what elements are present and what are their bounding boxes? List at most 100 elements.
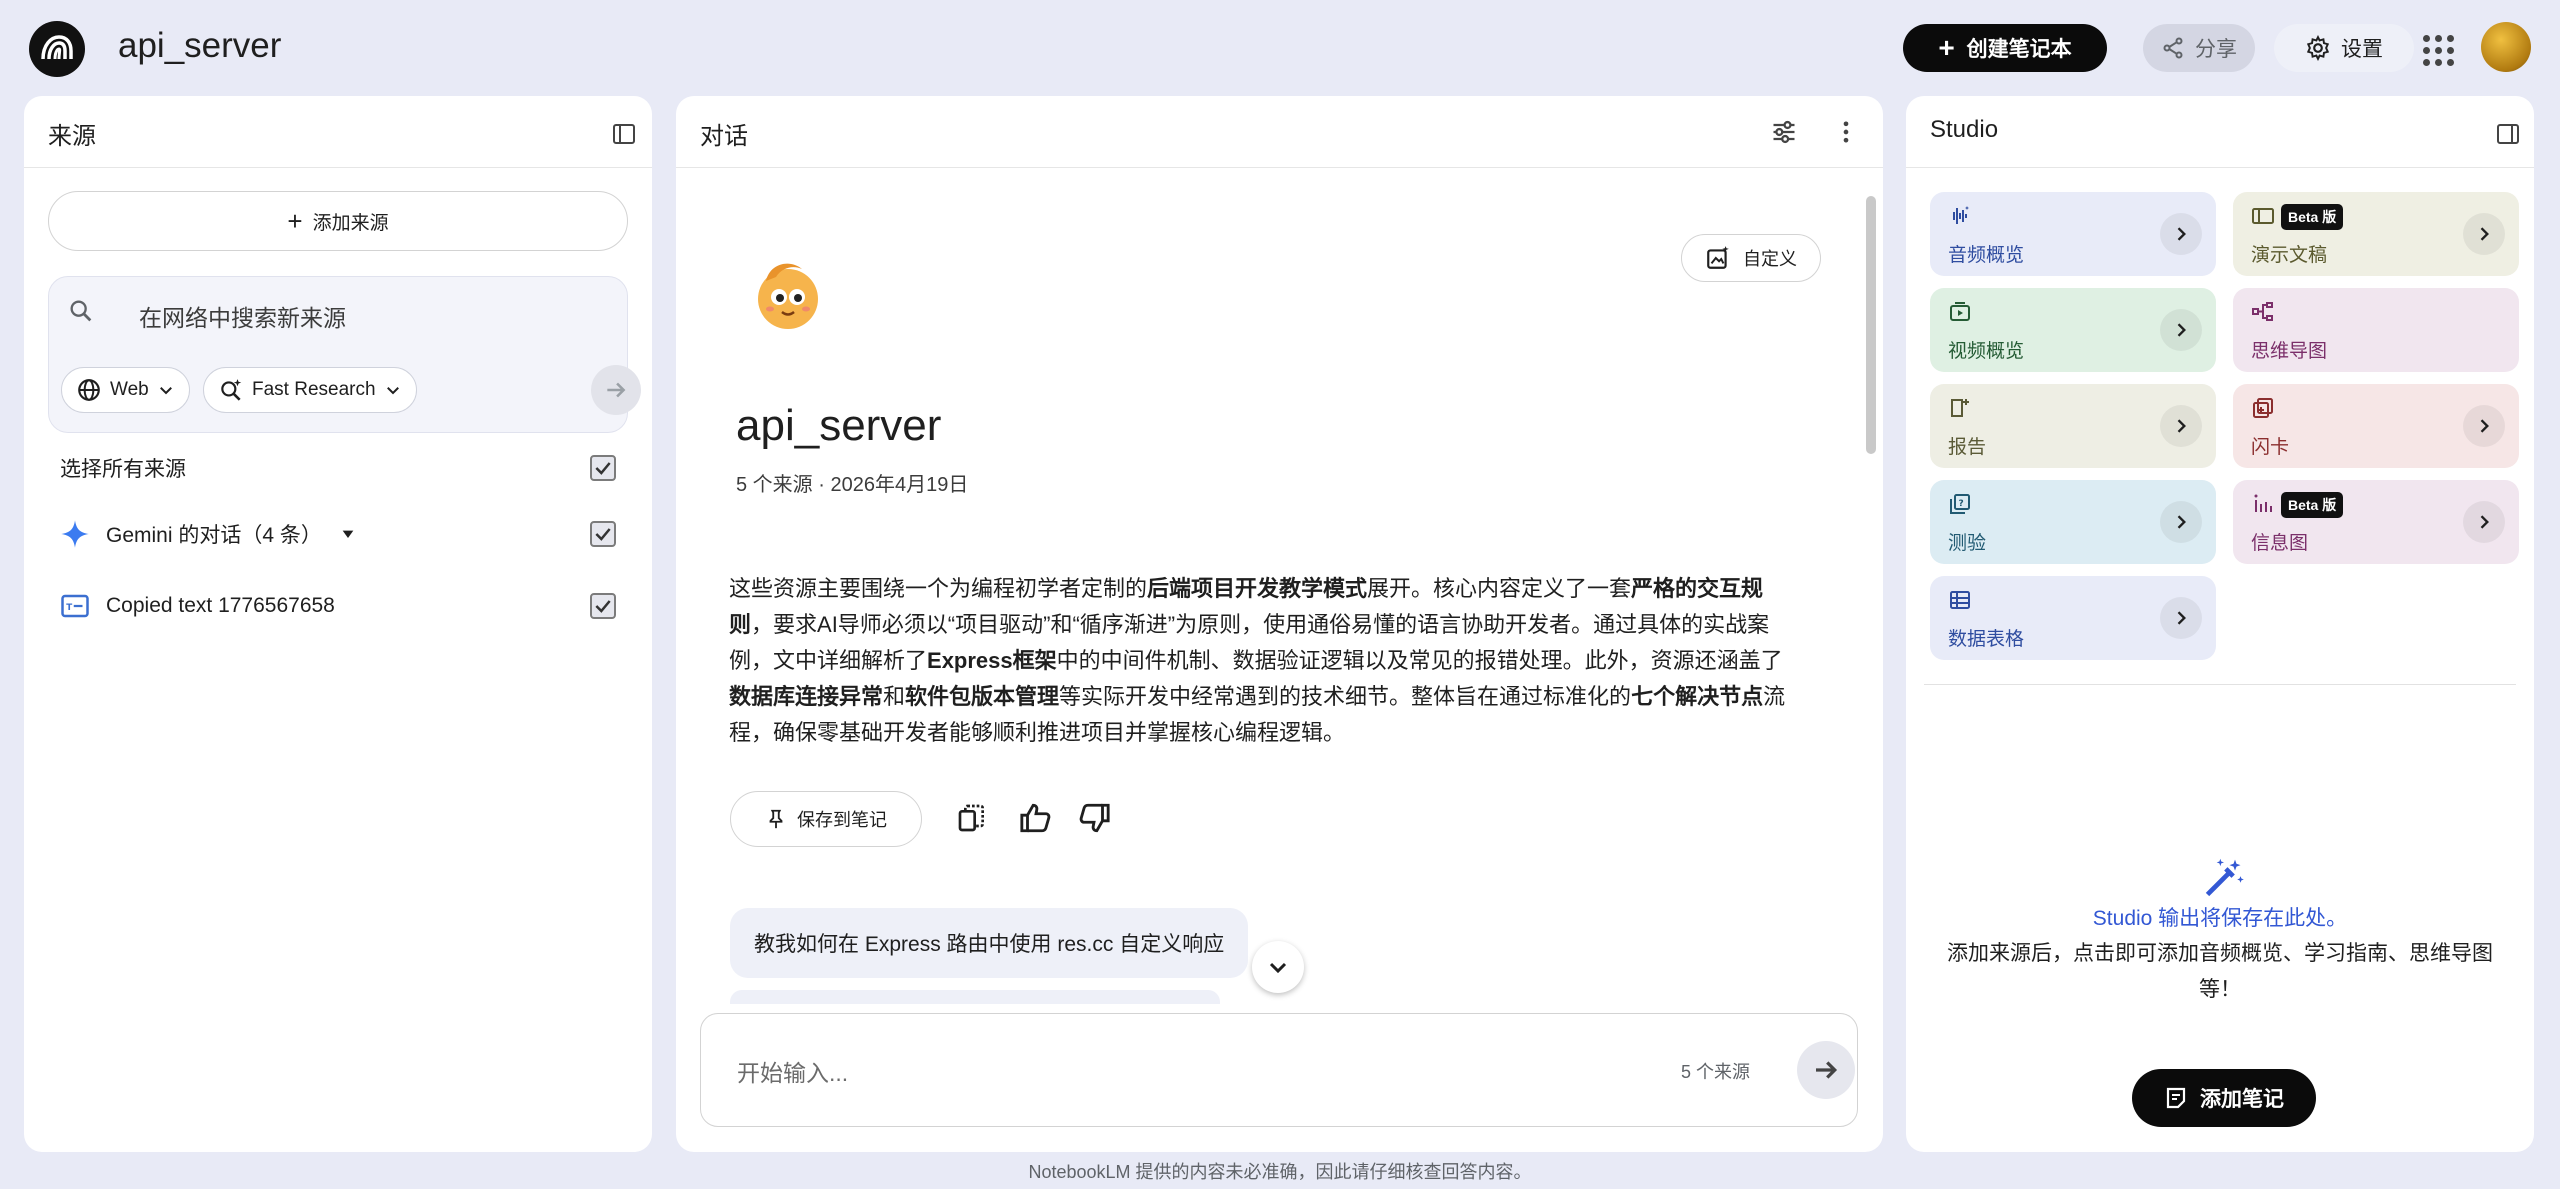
studio-tile-label: 测验 — [1948, 533, 1987, 554]
send-button[interactable] — [1797, 1041, 1855, 1099]
thumbs-up-button[interactable] — [1014, 796, 1058, 840]
notebook-meta: 5 个来源 · 2026年4月19日 — [736, 474, 969, 496]
tune-settings-icon[interactable] — [1770, 118, 1798, 146]
search-input[interactable]: 在网络中搜索新来源 — [139, 299, 346, 333]
select-all-checkbox[interactable] — [590, 455, 616, 481]
studio-tile[interactable]: 闪卡 — [2233, 384, 2519, 468]
source-count-label: 5 个来源 — [1681, 1062, 1751, 1082]
studio-tile[interactable]: Beta 版信息图 — [2233, 480, 2519, 564]
studio-tile-open-button[interactable] — [2463, 213, 2505, 255]
studio-tile[interactable]: 视频概览 — [1930, 288, 2216, 372]
copy-icon — [958, 804, 984, 832]
studio-tile-open-button[interactable] — [2160, 597, 2202, 639]
beta-badge: Beta 版 — [2281, 492, 2344, 518]
source-checkbox[interactable] — [590, 593, 616, 619]
studio-empty-description: 添加来源后，点击即可添加音频概览、学习指南、思维导图等！ — [1947, 942, 2493, 1001]
studio-tile[interactable]: ? 测验 — [1930, 480, 2216, 564]
studio-tile-open-button[interactable] — [2160, 405, 2202, 447]
chat-input-box[interactable]: 开始输入... 5 个来源 — [700, 1013, 1858, 1127]
summary-text: 等实际开发中经常遇到的技术细节。整体旨在通过标准化的 — [1059, 684, 1632, 709]
settings-button[interactable]: 设置 — [2274, 24, 2414, 72]
studio-tile[interactable]: Beta 版演示文稿 — [2233, 192, 2519, 276]
studio-tile-open-button[interactable] — [2463, 501, 2505, 543]
scroll-to-bottom-button[interactable] — [1252, 941, 1304, 993]
user-message-bubble: 教我如何在 Express 路由中使用 res.cc 自定义响应 — [730, 908, 1249, 978]
studio-tile-open-button[interactable] — [2160, 309, 2202, 351]
chevron-down-icon — [159, 387, 172, 395]
pin-icon — [769, 809, 783, 829]
video-icon — [1948, 300, 1972, 324]
studio-tile-open-button[interactable] — [2160, 501, 2202, 543]
notebook-title[interactable]: api_server — [118, 26, 281, 66]
studio-tile-label: 报告 — [1948, 437, 1987, 458]
add-note-button[interactable]: 添加笔记 — [2132, 1069, 2316, 1127]
chevron-right-icon — [2177, 611, 2186, 625]
create-notebook-button[interactable]: + 创建笔记本 — [1903, 24, 2107, 72]
thumbs-down-button[interactable] — [1072, 796, 1116, 840]
studio-tile[interactable]: 思维导图 — [2233, 288, 2519, 372]
studio-tile[interactable]: 音频概览 — [1930, 192, 2216, 276]
chat-input[interactable]: 开始输入... — [737, 1054, 848, 1088]
studio-tile[interactable]: 数据表格 — [1930, 576, 2216, 660]
studio-tile-label: 数据表格 — [1948, 629, 2025, 650]
select-all-label: 选择所有来源 — [60, 458, 186, 481]
studio-panel: Studio 音频概览 Beta 版演示文稿视频概览 思维导图报告 闪卡? 测验 Beta… — [1906, 96, 2534, 1152]
source-checkbox[interactable] — [590, 521, 616, 547]
sources-panel: 来源 + 添加来源 在网络中搜索新来源 Web Fast Research 选择… — [24, 96, 652, 1152]
studio-tile-label: 思维导图 — [2251, 341, 2328, 362]
collapse-panel-icon[interactable] — [612, 122, 636, 146]
chevron-down-icon — [1269, 962, 1287, 974]
studio-tile-open-button[interactable] — [2463, 405, 2505, 447]
copy-button[interactable] — [950, 796, 994, 840]
summary-text: 中的中间件机制、数据验证逻辑以及常见的报错处理。此外，资源还涵盖了 — [1056, 648, 1783, 673]
beta-badge: Beta 版 — [2281, 204, 2344, 230]
quiz-icon: ? — [1948, 492, 1972, 516]
chat-title: 对话 — [700, 123, 748, 150]
research-mode-dropdown[interactable]: Fast Research — [203, 367, 417, 413]
message-bubble-partial — [730, 990, 1220, 1004]
summary-bold-text: 后端项目开发教学模式 — [1147, 576, 1368, 601]
thumbs-down-icon — [1079, 803, 1110, 833]
chat-panel: 对话 自定义 api_server 5 个来源 · 2026年4月19日 这些资… — [676, 96, 1883, 1152]
web-source-dropdown[interactable]: Web — [61, 367, 190, 413]
source-item[interactable]: Gemini 的对话（4 条） — [60, 514, 616, 554]
summary-text: 这些资源主要围绕一个为编程初学者定制的 — [729, 576, 1148, 601]
plus-icon: + — [1938, 32, 1955, 63]
studio-tile-open-button[interactable] — [2160, 213, 2202, 255]
chevron-right-icon — [2177, 419, 2186, 433]
caret-down-icon[interactable] — [340, 526, 356, 542]
web-search-box: 在网络中搜索新来源 Web Fast Research — [48, 276, 641, 433]
disclaimer-footer: NotebookLM 提供的内容未必准确，因此请仔细核查回答内容。 — [1028, 1162, 1532, 1182]
gemini-sparkle-icon — [61, 520, 89, 548]
note-icon — [2166, 1087, 2186, 1109]
search-submit-button[interactable] — [591, 365, 641, 415]
thumbs-up-icon — [1020, 803, 1051, 833]
flashcards-icon — [2251, 396, 2275, 420]
image-edit-icon — [1707, 246, 1729, 269]
studio-tile-label: 视频概览 — [1948, 341, 2025, 362]
more-vertical-icon[interactable] — [1832, 118, 1860, 146]
mind-map-icon — [2251, 300, 2275, 324]
summary-text: 展开。核心内容定义了一套 — [1367, 576, 1632, 601]
studio-title: Studio — [1930, 116, 1999, 143]
plus-icon: + — [287, 206, 303, 236]
avatar[interactable] — [2481, 22, 2531, 72]
source-item[interactable]: T Copied text 1776567658 — [60, 586, 616, 626]
arrow-right-icon — [607, 382, 626, 398]
chevron-right-icon — [2177, 227, 2186, 241]
notebooklm-logo-icon[interactable] — [29, 21, 85, 77]
save-to-note-button[interactable]: 保存到笔记 — [730, 791, 922, 847]
apps-grid-icon[interactable] — [2418, 30, 2454, 66]
studio-tile[interactable]: 报告 — [1930, 384, 2216, 468]
customize-button[interactable]: 自定义 — [1681, 234, 1821, 282]
share-button[interactable]: 分享 — [2143, 24, 2255, 72]
report-icon — [1948, 396, 1972, 420]
chat-scrollbar[interactable] — [1866, 196, 1876, 454]
check-icon — [595, 600, 611, 613]
add-source-button[interactable]: + 添加来源 — [48, 191, 628, 251]
chevron-right-icon — [2177, 515, 2186, 529]
collapse-panel-icon[interactable] — [2496, 122, 2520, 146]
chevron-right-icon — [2177, 323, 2186, 337]
source-item-label: Copied text 1776567658 — [106, 594, 335, 617]
data-table-icon — [1948, 588, 1972, 612]
